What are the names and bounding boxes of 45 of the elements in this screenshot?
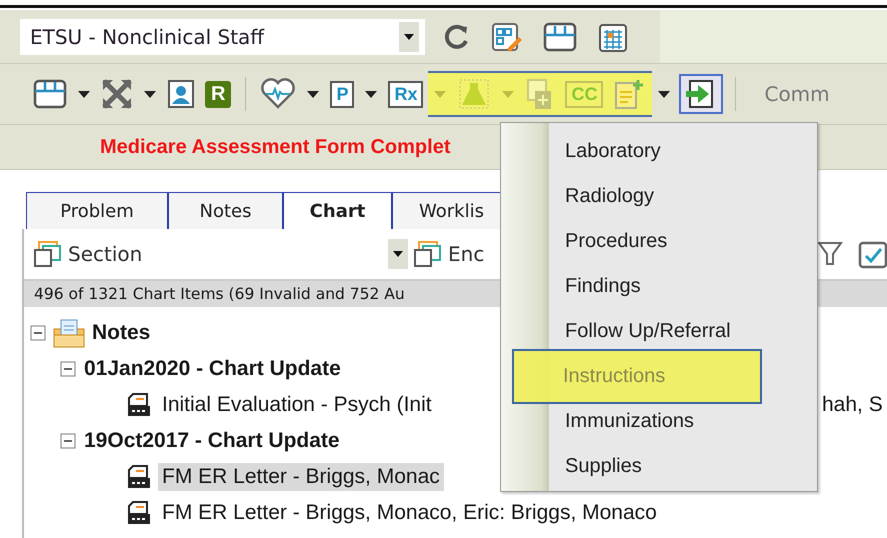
item-count: 496 of 1321 Chart Items (69 Invalid and 752 Au	[34, 285, 405, 303]
tree-item-text: hah, S	[822, 393, 883, 417]
caret-icon[interactable]	[143, 89, 157, 99]
caret-icon	[399, 22, 419, 52]
alert-message: Medicare Assessment Form Complet	[100, 136, 450, 158]
tree-node[interactable]: 01Jan2020 - Chart Update	[84, 357, 341, 381]
window-icon[interactable]	[543, 22, 577, 52]
caret-icon[interactable]	[306, 89, 320, 99]
profile-dropdown[interactable]: ETSU - Nonclinical Staff	[20, 18, 425, 54]
tree-item[interactable]: FM ER Letter - Briggs, Monaco, Eric: Briggs, Monaco	[158, 499, 661, 527]
tree-item[interactable]: FM ER Letter - Briggs, Monac	[158, 463, 444, 491]
tree-node[interactable]: Notes	[92, 321, 150, 345]
document-icon	[126, 464, 152, 490]
caret-icon	[388, 239, 408, 269]
collapse-icon[interactable]	[60, 433, 76, 449]
section-icon	[412, 239, 442, 269]
section-icon	[32, 239, 62, 269]
grid-edit-icon[interactable]	[491, 20, 523, 52]
window-icon[interactable]	[33, 78, 67, 110]
tab[interactable]: Notes	[168, 192, 283, 229]
expand-icon[interactable]	[101, 78, 133, 110]
document-icon	[126, 500, 152, 526]
tab[interactable]: Problem	[26, 192, 168, 229]
collapse-icon[interactable]	[60, 361, 76, 377]
folder-icon	[52, 317, 86, 349]
menu-item[interactable]: Laboratory	[501, 129, 817, 174]
letter-icon[interactable]: P	[330, 80, 354, 108]
contact-card-icon[interactable]	[167, 78, 195, 110]
document-icon	[126, 392, 152, 418]
menu-item[interactable]: Procedures	[501, 219, 817, 264]
tree-item[interactable]: Initial Evaluation - Psych (Init	[158, 391, 436, 419]
menu-item[interactable]: Supplies	[501, 444, 817, 489]
collapse-icon[interactable]	[30, 325, 46, 341]
letter-icon[interactable]: Rx	[388, 80, 424, 108]
caret-icon[interactable]	[77, 89, 91, 99]
tab[interactable]: Chart	[283, 192, 392, 229]
r-icon[interactable]: R	[205, 80, 232, 108]
tree-node[interactable]: 19Oct2017 - Chart Update	[84, 429, 340, 453]
menu-item[interactable]: Findings	[501, 264, 817, 309]
encounter-dropdown[interactable]: Enc	[412, 239, 484, 269]
menu-item[interactable]: Radiology	[501, 174, 817, 219]
caret-icon[interactable]	[657, 89, 672, 99]
heart-pulse-icon[interactable]	[260, 78, 296, 110]
tab[interactable]: Worklis	[392, 192, 502, 229]
caret-icon[interactable]	[364, 89, 378, 99]
